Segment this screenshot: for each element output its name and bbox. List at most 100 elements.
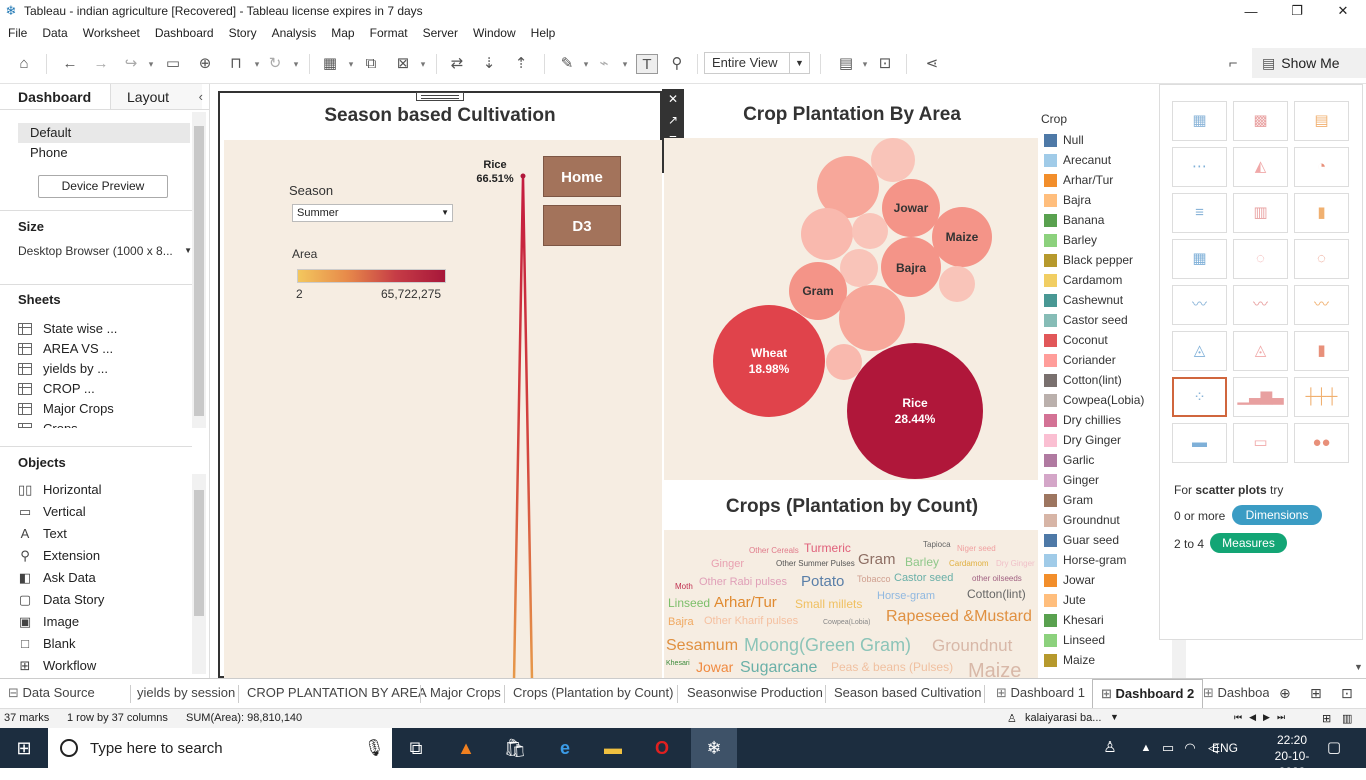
new-worksheet-icon[interactable]: ▦ [319, 54, 341, 74]
sheet-tab[interactable]: Season based Cultivation [834, 685, 981, 700]
objects-scrollbar[interactable] [192, 474, 206, 674]
windows-start-icon[interactable]: ⊞ [12, 736, 36, 760]
share-icon[interactable]: ⋖ [921, 54, 943, 74]
sheet-item[interactable]: Major Crops [18, 399, 114, 419]
legend-item[interactable]: Coriander [1044, 350, 1116, 370]
wordcloud-word[interactable]: Groundnut [932, 637, 1012, 654]
area-discrete-icon[interactable]: ◬ [1233, 331, 1288, 371]
d3-button[interactable]: D3 [543, 205, 621, 246]
dual-lines-icon[interactable]: 〰 [1294, 285, 1349, 325]
home-icon[interactable]: ⌂ [13, 54, 35, 74]
device-default[interactable]: Default [18, 123, 190, 143]
menu-data[interactable]: Data [42, 26, 67, 40]
wordcloud-word[interactable]: Arhar/Tur [714, 595, 777, 610]
people-icon[interactable]: ♙ [1098, 736, 1122, 760]
legend-item[interactable]: Guar seed [1044, 530, 1119, 550]
sheet-item[interactable]: AREA VS ... [18, 339, 113, 359]
wordcloud-word[interactable]: Peas & beans (Pulses) [831, 661, 953, 673]
object-vertical[interactable]: ▭ Vertical [18, 502, 86, 522]
menu-analysis[interactable]: Analysis [272, 26, 317, 40]
replay-dropdown-icon[interactable]: ▾ [146, 54, 156, 74]
legend-item[interactable]: Black pepper [1044, 250, 1133, 270]
discrete-lines-icon[interactable]: 〰 [1233, 285, 1288, 325]
object-data-story[interactable]: ▢ Data Story [18, 590, 105, 610]
save-icon[interactable]: ▭ [162, 54, 184, 74]
fit-dropdown[interactable]: Entire View ▼ [704, 52, 810, 74]
scrollbar-thumb[interactable] [194, 126, 204, 416]
object-horizontal[interactable]: ▯▯ Horizontal [18, 480, 102, 500]
group-dropdown-icon[interactable]: ▾ [620, 54, 630, 74]
taskbar-clock[interactable]: 22:20 20-10-2023 [1263, 732, 1321, 780]
packed-bubbles-icon[interactable]: ●● [1294, 423, 1349, 463]
wordcloud-word[interactable]: Rapeseed &Mustard [886, 609, 1032, 625]
sheet-item[interactable]: yields by ... [18, 359, 108, 379]
scatter-plot-icon[interactable]: ⁘ [1172, 377, 1227, 417]
legend-item[interactable]: Garlic [1044, 450, 1094, 470]
menu-format[interactable]: Format [370, 26, 408, 40]
area-continuous-icon[interactable]: ◬ [1172, 331, 1227, 371]
legend-item[interactable]: Banana [1044, 210, 1104, 230]
menu-server[interactable]: Server [423, 26, 458, 40]
pause-updates-icon[interactable]: ⊓ [225, 54, 247, 74]
sheet-tab[interactable]: Major Crops [430, 685, 501, 700]
new-worksheet-tab-icon[interactable]: ⊕ [1279, 685, 1291, 702]
legend-item[interactable]: Cardamom [1044, 270, 1122, 290]
sheet-tab[interactable]: Crops (Plantation by Count) [513, 685, 673, 700]
wordcloud-word[interactable]: Other Cereals [749, 547, 799, 555]
battery-icon[interactable]: ▭ [1156, 736, 1180, 760]
legend-item[interactable]: Arecanut [1044, 150, 1111, 170]
menu-window[interactable]: Window [473, 26, 516, 40]
device-preview-button[interactable]: Device Preview [38, 175, 168, 198]
legend-item[interactable]: Arhar/Tur [1044, 170, 1113, 190]
rice-peak-line[interactable] [512, 176, 534, 681]
user-dropdown-icon[interactable]: ▼ [1110, 712, 1119, 722]
bullet-graph-icon[interactable]: ▭ [1233, 423, 1288, 463]
wordcloud-word[interactable]: Cowpea(Lobia) [823, 619, 870, 626]
histogram-icon[interactable]: ▁▃▆▃ [1233, 377, 1288, 417]
sheet-sorter-icon[interactable]: ⊞ [1322, 712, 1331, 725]
legend-item[interactable]: Groundnut [1044, 510, 1120, 530]
highlight-dropdown-icon[interactable]: ▾ [581, 54, 591, 74]
object-text[interactable]: A Text [18, 524, 67, 544]
show-me-button[interactable]: ▤ Show Me [1252, 48, 1366, 78]
bubble[interactable] [839, 285, 905, 351]
dashboard-tab[interactable]: ⊞ Dashboard 1 [996, 685, 1085, 701]
legend-item[interactable]: Null [1044, 130, 1084, 150]
legend-item[interactable]: Castor seed [1044, 310, 1128, 330]
wordcloud-word[interactable]: Linseed [668, 597, 710, 609]
wordcloud-word[interactable]: other oilseeds [972, 575, 1022, 583]
legend-item[interactable]: Jowar [1044, 570, 1095, 590]
taskbar-search-box[interactable]: Type here to search 🎙 [48, 728, 392, 768]
minimize-button[interactable]: — [1228, 0, 1274, 22]
format-painter-icon[interactable]: ⌐ [1222, 54, 1244, 74]
legend-item[interactable]: Jute [1044, 590, 1086, 610]
sheet-navigation-icons[interactable]: ⏮◀▶⏭ [1234, 712, 1292, 723]
dual-combination-icon[interactable]: ▮ [1294, 331, 1349, 371]
wordcloud-chart[interactable]: Other Cereals Turmeric Tapioca Niger see… [664, 530, 1038, 678]
circle-views-icon[interactable]: ◌ [1233, 239, 1288, 279]
status-user[interactable]: kalaiyarasi ba... [1025, 712, 1101, 724]
wordcloud-word[interactable]: Dry Ginger [996, 560, 1035, 568]
highlight-icon[interactable]: ✎ [556, 54, 578, 74]
scroll-down-icon[interactable]: ▼ [1354, 662, 1363, 672]
legend-item[interactable]: Barley [1044, 230, 1097, 250]
task-view-icon[interactable]: ⧉ [404, 736, 428, 760]
replay-icon[interactable]: ↪ [120, 54, 142, 74]
refresh-icon[interactable]: ↻ [264, 54, 286, 74]
wordcloud-word[interactable]: Cardamom [949, 560, 989, 568]
home-button[interactable]: Home [543, 156, 621, 197]
wordcloud-word[interactable]: Cotton(lint) [967, 588, 1026, 600]
horizontal-bars-icon[interactable]: ≡ [1172, 193, 1227, 233]
file-explorer-icon[interactable]: ▬ [601, 736, 625, 760]
new-dashboard-tab-icon[interactable]: ⊞ [1310, 685, 1322, 702]
store-icon[interactable]: 🛍 [503, 736, 527, 760]
legend-item[interactable]: Gram [1044, 490, 1093, 510]
heat-map-icon[interactable]: ▩ [1233, 101, 1288, 141]
legend-item[interactable]: Dry chillies [1044, 410, 1121, 430]
wordcloud-word[interactable]: Tobacco [857, 575, 891, 584]
legend-item[interactable]: Dry Ginger [1044, 430, 1121, 450]
clear-sheet-icon[interactable]: ⊠ [392, 54, 414, 74]
sort-ascending-icon[interactable]: ⇣ [478, 54, 500, 74]
show-cards-icon[interactable]: ▤ [835, 54, 857, 74]
object-image[interactable]: ▣ Image [18, 612, 79, 632]
